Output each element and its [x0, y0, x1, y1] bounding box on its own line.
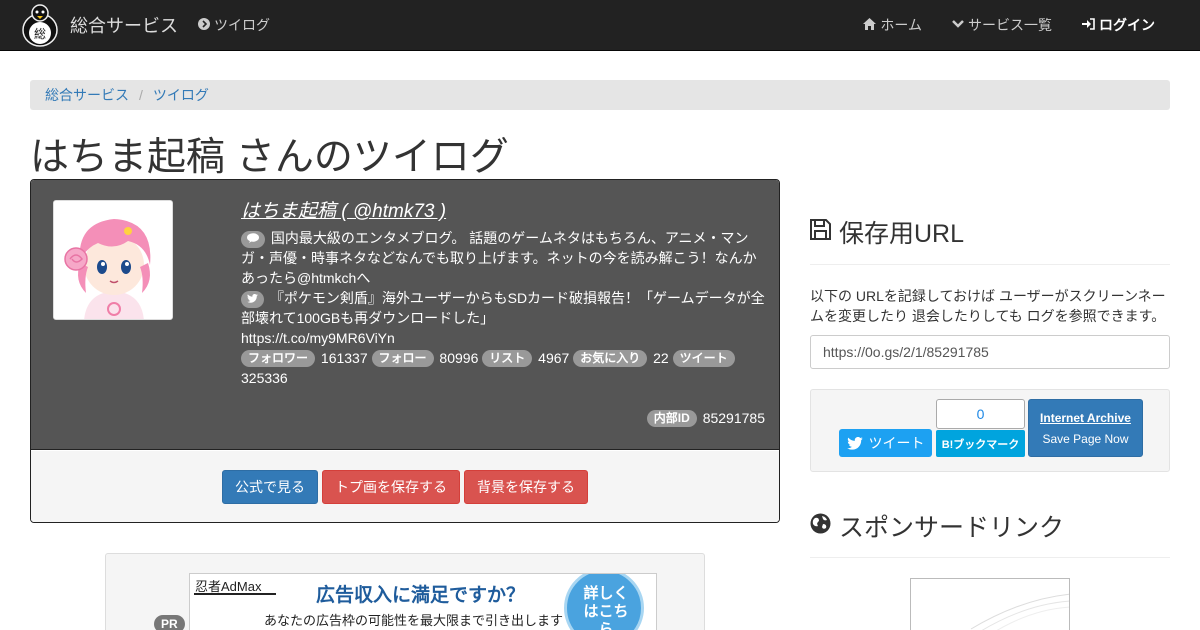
profile-bio: 国内最大級のエンタメブログ。 話題のゲームネタはもちろん、アニメ・マンガ・声優・… — [241, 228, 766, 288]
heading-divider — [810, 264, 1170, 265]
ad-brand-underline — [194, 593, 276, 595]
save-url-input[interactable] — [810, 335, 1170, 369]
nav-item-label: ホーム — [880, 17, 922, 33]
save-url-description: 以下の URLを記録しておけば ユーザーがスクリーンネームを変更したり 退会した… — [810, 288, 1166, 324]
sponsor-heading: スポンサードリンク — [810, 508, 1064, 544]
logo-char: 総 — [34, 27, 46, 41]
profile-panel: はちま起稿 ( @htmk73 ) 国内最大級のエンタメブログ。 話題のゲームネ… — [30, 179, 780, 523]
sponsor-ad-frame[interactable] — [910, 578, 1070, 630]
save-background-button[interactable]: 背景を保存する — [464, 470, 588, 504]
tweet-button[interactable]: ツイート — [839, 429, 932, 457]
profile-body: はちま起稿 ( @htmk73 ) 国内最大級のエンタメブログ。 話題のゲームネ… — [241, 202, 766, 388]
globe-icon — [810, 512, 831, 541]
nav-item-services[interactable]: サービス一覧 — [952, 15, 1052, 35]
nav-item-home[interactable]: ホーム — [863, 15, 922, 35]
latest-tweet-text: 『ポケモン剣盾』海外ユーザーからもSDカード破損報告！「ゲームデータが全部壊れて… — [241, 290, 765, 326]
ad-subtext: あなたの広告枠の可能性を最大限まで引き出します — [264, 613, 564, 628]
pr-badge: PR — [154, 615, 185, 630]
brand-text: 総合サービス — [70, 16, 178, 36]
action-button-row: 公式で見る トプ画を保存する 背景を保存する — [222, 470, 592, 504]
stat-label-followers: フォロワー — [241, 350, 316, 367]
hatena-count[interactable]: 0 — [936, 399, 1025, 429]
save-icon-image-button[interactable]: トプ画を保存する — [322, 470, 460, 504]
tweet-link[interactable]: https://t.co/my9MR6ViYn — [241, 328, 766, 348]
twitter-icon — [241, 291, 264, 308]
stat-value-tweets: 325336 — [241, 370, 288, 386]
profile-header: はちま起稿 ( @htmk73 ) 国内最大級のエンタメブログ。 話題のゲームネ… — [31, 180, 779, 450]
brand-link[interactable]: 総 総合サービス — [20, 2, 178, 48]
internal-id-label: 内部ID — [646, 410, 697, 427]
ad-details-badge: 詳しくはこちら — [564, 574, 644, 630]
nav-item-label: ログイン — [1099, 17, 1155, 33]
hatena-bookmark: 0 B!ブックマーク — [936, 399, 1025, 457]
nav-item-label: ツイログ — [214, 17, 270, 33]
profile-name-link[interactable]: はちま起稿 ( @htmk73 ) — [241, 202, 766, 222]
floppy-disk-icon — [810, 218, 831, 247]
internet-archive-button[interactable]: Internet Archive Save Page Now — [1028, 399, 1143, 457]
sponsor-heading-text: スポンサードリンク — [839, 514, 1065, 542]
avatar-illustration — [54, 201, 172, 319]
nav-item-login[interactable]: ログイン — [1082, 15, 1155, 35]
stat-value-favorites: 22 — [653, 350, 669, 366]
chevron-circle-right-icon — [198, 17, 210, 33]
stat-value-following: 80996 — [439, 350, 479, 366]
ad-headline: 広告収入に満足ですか？ — [316, 585, 526, 606]
home-icon — [863, 17, 877, 33]
page-title: はちま起稿 さんのツイログ — [30, 136, 509, 179]
top-navbar: 総 総合サービス ツイログ ホーム サービス一覧 ログイン — [0, 0, 1200, 51]
stat-label-lists: リスト — [482, 350, 533, 367]
profile-bio-text: 国内最大級のエンタメブログ。 話題のゲームネタはもちろん、アニメ・マンガ・声優・… — [241, 230, 757, 286]
archive-subtitle: Save Page Now — [1042, 432, 1129, 446]
stat-label-favorites: お気に入り — [573, 350, 648, 367]
stat-value-followers: 161337 — [320, 350, 368, 366]
nav-right: ホーム サービス一覧 ログイン — [833, 0, 1155, 50]
breadcrumb-separator: / — [139, 87, 143, 103]
ad-details-text: 詳しくはこちら — [583, 585, 629, 630]
archive-title: Internet Archive — [1040, 411, 1131, 425]
stat-label-tweets: ツイート — [672, 350, 735, 367]
comment-icon — [241, 231, 265, 248]
profile-stats: フォロワー 161337 フォロー 80996 リスト 4967 お気に入り 2… — [241, 348, 766, 388]
ad-container: PR 忍者AdMax 広告収入に満足ですか？ あなたの広告枠の可能性を最大限まで… — [105, 553, 705, 630]
breadcrumb-link-tsuilog[interactable]: ツイログ — [153, 85, 209, 105]
ad-banner[interactable]: 忍者AdMax 広告収入に満足ですか？ あなたの広告枠の可能性を最大限まで引き出… — [189, 573, 657, 630]
stat-value-lists: 4967 — [538, 350, 570, 366]
heading-divider — [810, 557, 1170, 558]
breadcrumb-link-home[interactable]: 総合サービス — [45, 85, 129, 105]
penguin-logo-icon: 総 — [22, 4, 58, 47]
share-panel: ツイート 0 B!ブックマーク Internet Archive Save Pa… — [810, 389, 1170, 472]
internal-id: 内部ID 85291785 — [646, 410, 765, 427]
view-official-button[interactable]: 公式で見る — [222, 470, 318, 504]
nav-item-tsuilog[interactable]: ツイログ — [198, 0, 270, 50]
hatena-bookmark-button[interactable]: B!ブックマーク — [936, 430, 1025, 457]
nav-item-label: サービス一覧 — [968, 17, 1052, 33]
chevron-down-icon — [952, 18, 964, 32]
save-url-heading-text: 保存用URL — [839, 220, 965, 248]
internal-id-value: 85291785 — [702, 410, 765, 426]
breadcrumb: 総合サービス / ツイログ — [30, 80, 1170, 110]
sign-in-icon — [1082, 17, 1095, 33]
tweet-button-label: ツイート — [868, 435, 925, 451]
avatar[interactable] — [53, 200, 173, 320]
twitter-bird-icon — [846, 436, 863, 450]
profile-actions: 公式で見る トプ画を保存する 背景を保存する — [31, 451, 779, 522]
stat-label-following: フォロー — [371, 350, 434, 367]
save-url-heading: 保存用URL — [810, 214, 964, 250]
sponsor-ad-graphic — [970, 593, 1069, 630]
latest-tweet: 『ポケモン剣盾』海外ユーザーからもSDカード破損報告！「ゲームデータが全部壊れて… — [241, 288, 766, 328]
